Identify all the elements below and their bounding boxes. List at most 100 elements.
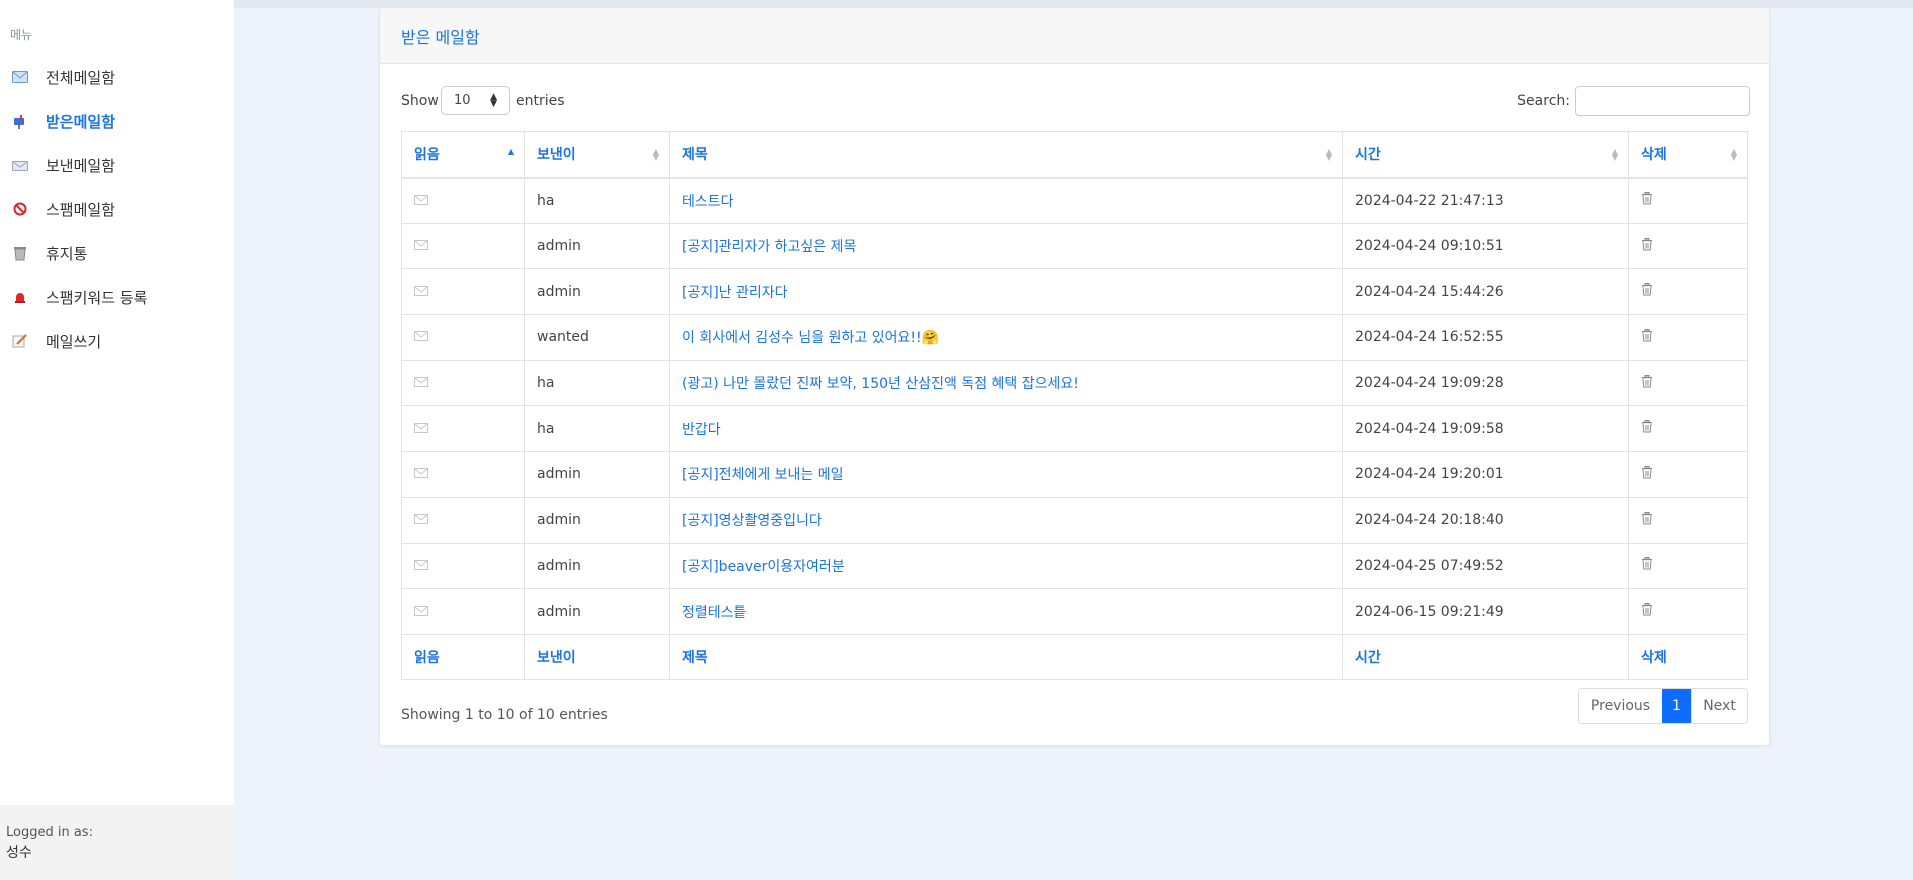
- delete-cell[interactable]: [1628, 359, 1748, 407]
- read-cell[interactable]: [401, 496, 525, 544]
- subject-cell[interactable]: 정렬테스틑: [669, 588, 1343, 635]
- column-header-subject[interactable]: 제목 ▲ ▼: [669, 131, 1343, 179]
- read-cell[interactable]: [401, 222, 525, 270]
- sort-icon: ▲ ▼: [1325, 147, 1332, 162]
- column-header-delete[interactable]: 삭제 ▲ ▼: [1628, 131, 1748, 179]
- delete-cell[interactable]: [1628, 451, 1748, 498]
- subject-cell[interactable]: [공지]beaver이용자여러분: [669, 542, 1343, 590]
- subject-link[interactable]: 이 회사에서 김성수 님을 원하고 있어요!!🤗: [682, 330, 939, 346]
- next-button[interactable]: Next: [1691, 689, 1747, 723]
- time-cell: 2024-04-25 07:49:52: [1342, 542, 1629, 590]
- sidebar-item-spam[interactable]: 스팸메일함: [0, 187, 234, 231]
- previous-button[interactable]: Previous: [1579, 689, 1662, 723]
- delete-cell[interactable]: [1628, 405, 1748, 453]
- trash-icon[interactable]: [1641, 557, 1653, 574]
- read-cell[interactable]: [401, 314, 525, 361]
- subject-link[interactable]: (광고) 나만 몰랐던 진짜 보약, 150년 산삼진액 독점 혜택 잡으세요!: [682, 376, 1079, 392]
- delete-cell[interactable]: [1628, 496, 1748, 544]
- subject-link[interactable]: 테스트다: [682, 194, 734, 210]
- table-row[interactable]: admin 정렬테스틑 2024-06-15 09:21:49: [401, 588, 1748, 635]
- table-row[interactable]: ha 테스트다 2024-04-22 21:47:13: [401, 177, 1748, 224]
- subject-cell[interactable]: 테스트다: [669, 177, 1343, 224]
- envelope-icon: [414, 329, 428, 345]
- table-row[interactable]: admin [공지]영상촬영중입니다 2024-04-24 20:18:40: [401, 496, 1748, 544]
- envelope-icon: [414, 284, 428, 300]
- read-cell[interactable]: [401, 268, 525, 316]
- entries-label: entries: [516, 93, 565, 109]
- sidebar-item-inbox[interactable]: 받은메일함: [0, 99, 234, 143]
- search-input[interactable]: [1575, 86, 1750, 116]
- sender-cell: admin: [524, 496, 670, 544]
- sender-cell: admin: [524, 268, 670, 316]
- sidebar-item-label: 스팸키워드 등록: [46, 288, 148, 307]
- time-cell: 2024-04-24 19:20:01: [1342, 451, 1629, 498]
- page-1-button[interactable]: 1: [1662, 689, 1691, 723]
- subject-cell[interactable]: [공지]영상촬영중입니다: [669, 496, 1343, 544]
- mail-table: 읽음 ▲ 보낸이 ▲ ▼ 제목 ▲ ▼ 시간 ▲ ▼ 삭제 ▲ ▼ ha 테스트다 2024-04-2…: [401, 131, 1748, 680]
- sidebar-item-sent[interactable]: 보낸메일함: [0, 143, 234, 187]
- sender-cell: wanted: [524, 314, 670, 361]
- subject-cell[interactable]: [공지]전체에게 보내는 메일: [669, 451, 1343, 498]
- delete-cell[interactable]: [1628, 268, 1748, 316]
- subject-link[interactable]: 반갑다: [682, 422, 721, 438]
- page-size-select[interactable]: 10 ▲ ▼: [441, 86, 510, 115]
- select-arrows-icon: ▲ ▼: [490, 92, 497, 109]
- trash-icon[interactable]: [1641, 374, 1653, 392]
- trash-icon[interactable]: [1641, 511, 1653, 529]
- sidebar-item-all-mail[interactable]: 전체메일함: [0, 55, 234, 99]
- footer-header-delete: 삭제: [1628, 633, 1748, 680]
- subject-cell[interactable]: [공지]관리자가 하고싶은 제목: [669, 222, 1343, 270]
- delete-cell[interactable]: [1628, 542, 1748, 590]
- subject-link[interactable]: [공지]영상촬영중입니다: [682, 513, 822, 529]
- read-cell[interactable]: [401, 405, 525, 453]
- subject-link[interactable]: [공지]beaver이용자여러분: [682, 559, 845, 575]
- subject-link[interactable]: 정렬테스틑: [682, 605, 746, 621]
- delete-cell[interactable]: [1628, 314, 1748, 361]
- delete-cell[interactable]: [1628, 588, 1748, 635]
- read-cell[interactable]: [401, 451, 525, 498]
- sidebar-item-trash[interactable]: 휴지통: [0, 231, 234, 275]
- subject-cell[interactable]: 반갑다: [669, 405, 1343, 453]
- trash-icon[interactable]: [1641, 328, 1653, 346]
- read-cell[interactable]: [401, 542, 525, 590]
- inbox-icon: [12, 113, 28, 129]
- subject-link[interactable]: [공지]전체에게 보내는 메일: [682, 467, 844, 483]
- table-row[interactable]: admin [공지]전체에게 보내는 메일 2024-04-24 19:20:01: [401, 451, 1748, 498]
- delete-cell[interactable]: [1628, 222, 1748, 270]
- read-cell[interactable]: [401, 177, 525, 224]
- read-cell[interactable]: [401, 588, 525, 635]
- logged-in-label: Logged in as:: [6, 825, 93, 840]
- sidebar-item-compose[interactable]: 메일쓰기: [0, 319, 234, 363]
- subject-cell[interactable]: [공지]난 관리자다: [669, 268, 1343, 316]
- sender-cell: ha: [524, 359, 670, 407]
- column-header-read[interactable]: 읽음 ▲: [401, 131, 525, 179]
- table-row[interactable]: ha (광고) 나만 몰랐던 진짜 보약, 150년 산삼진액 독점 혜택 잡으세…: [401, 359, 1748, 407]
- table-row[interactable]: admin [공지]난 관리자다 2024-04-24 15:44:26: [401, 268, 1748, 316]
- table-row[interactable]: admin [공지]관리자가 하고싶은 제목 2024-04-24 09:10:51: [401, 222, 1748, 270]
- sender-cell: admin: [524, 588, 670, 635]
- trash-icon[interactable]: [1641, 420, 1653, 437]
- delete-cell[interactable]: [1628, 177, 1748, 224]
- sender-cell: ha: [524, 405, 670, 453]
- table-row[interactable]: admin [공지]beaver이용자여러분 2024-04-25 07:49:52: [401, 542, 1748, 590]
- trash-icon[interactable]: [1641, 192, 1653, 209]
- mailbox-icon: [12, 69, 28, 85]
- trash-icon[interactable]: [1641, 283, 1653, 300]
- sidebar-item-spam-keyword[interactable]: 스팸키워드 등록: [0, 275, 234, 319]
- table-row[interactable]: ha 반갑다 2024-04-24 19:09:58: [401, 405, 1748, 453]
- trash-icon[interactable]: [1641, 465, 1653, 483]
- subject-cell[interactable]: (광고) 나만 몰랐던 진짜 보약, 150년 산삼진액 독점 혜택 잡으세요!: [669, 359, 1343, 407]
- trash-icon[interactable]: [1641, 237, 1653, 255]
- envelope-icon: [414, 558, 428, 574]
- subject-cell[interactable]: 이 회사에서 김성수 님을 원하고 있어요!!🤗: [669, 314, 1343, 361]
- sort-icon: ▲ ▼: [1611, 147, 1618, 162]
- column-header-sender[interactable]: 보낸이 ▲ ▼: [524, 131, 670, 179]
- trash-icon[interactable]: [1641, 603, 1653, 620]
- column-header-time[interactable]: 시간 ▲ ▼: [1342, 131, 1629, 179]
- read-cell[interactable]: [401, 359, 525, 407]
- footer-header-time: 시간: [1342, 633, 1629, 680]
- subject-link[interactable]: [공지]관리자가 하고싶은 제목: [682, 239, 856, 255]
- envelope-icon: [414, 238, 428, 254]
- table-row[interactable]: wanted 이 회사에서 김성수 님을 원하고 있어요!!🤗 2024-04-24…: [401, 314, 1748, 361]
- subject-link[interactable]: [공지]난 관리자다: [682, 285, 788, 301]
